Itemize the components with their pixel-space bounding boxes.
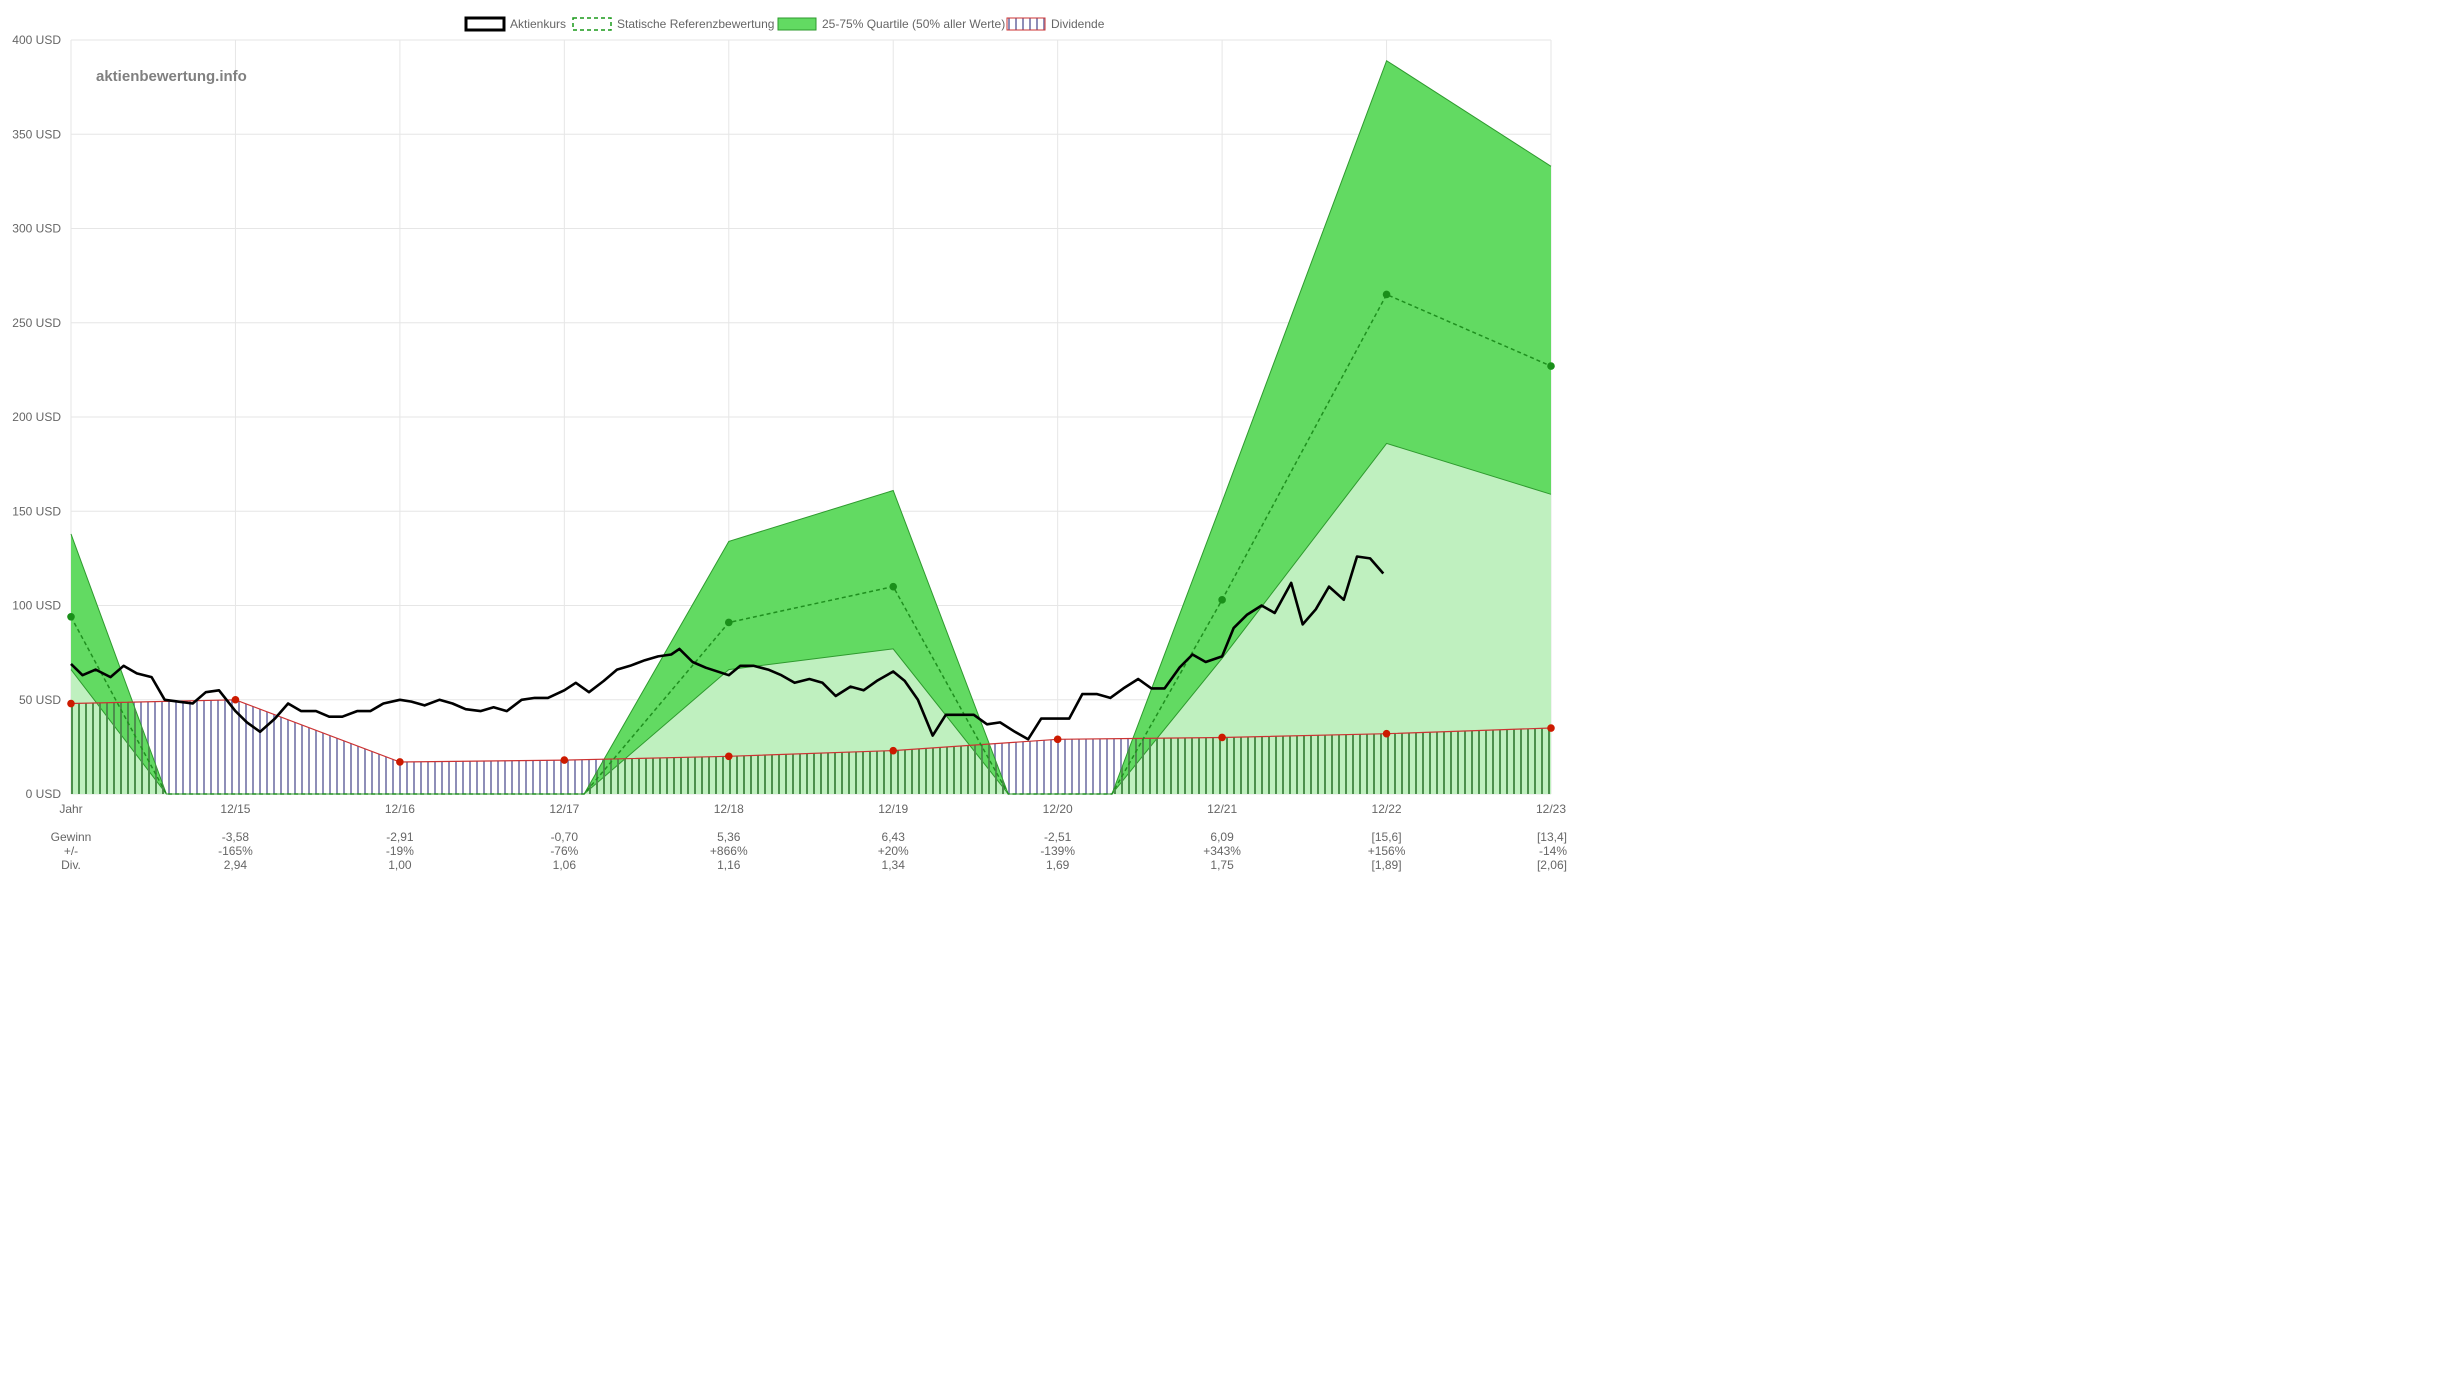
reference-point bbox=[889, 582, 898, 591]
dividend-point bbox=[1382, 729, 1391, 738]
x-tick-label: Jahr bbox=[59, 802, 82, 816]
dividend-point bbox=[1053, 735, 1062, 744]
quartile-bands bbox=[70, 59, 1552, 795]
table-cell-dividende: 1,16 bbox=[717, 858, 741, 872]
table-cell-change: +866% bbox=[710, 844, 748, 858]
dividend-point bbox=[889, 746, 898, 755]
legend-swatch-quartile bbox=[777, 17, 817, 31]
table-cell-change: -165% bbox=[218, 844, 253, 858]
y-tick-label: 200 USD bbox=[12, 410, 61, 424]
table-cell-gewinn: -3,58 bbox=[222, 830, 250, 844]
reference-point bbox=[67, 613, 75, 621]
table-cell-dividende: 1,00 bbox=[388, 858, 412, 872]
x-tick-label: 12/17 bbox=[549, 802, 579, 816]
table-cell-change: -19% bbox=[386, 844, 414, 858]
dividend-point bbox=[231, 695, 240, 704]
table-cell-dividende: 1,34 bbox=[882, 858, 906, 872]
legend-label: Dividende bbox=[1051, 17, 1105, 31]
table-cell-dividende: [1,89] bbox=[1372, 858, 1402, 872]
y-tick-label: 350 USD bbox=[12, 127, 61, 141]
x-tick-label: 12/20 bbox=[1043, 802, 1073, 816]
table-row-label: +/- bbox=[64, 844, 78, 858]
reference-point bbox=[1382, 290, 1391, 299]
legend-item: Dividende bbox=[1006, 17, 1105, 31]
table-cell-change: +156% bbox=[1368, 844, 1406, 858]
chart-canvas: 0 USD 50 USD 100 USD 150 USD 200 USD 250 USD 3… bbox=[12, 16, 1568, 872]
y-tick-label: 300 USD bbox=[12, 222, 61, 236]
y-tick-label: 50 USD bbox=[19, 693, 61, 707]
legend: Aktienkurs Statische Referenzbewertung 25-… bbox=[464, 16, 1105, 32]
table-row-label: Gewinn bbox=[51, 830, 92, 844]
x-tick-label: 12/18 bbox=[714, 802, 744, 816]
table-cell-gewinn: [13,4] bbox=[1537, 830, 1567, 844]
dividend-point bbox=[1547, 724, 1555, 732]
table-cell-gewinn: -2,51 bbox=[1044, 830, 1072, 844]
table-cell-dividende: 1,69 bbox=[1046, 858, 1070, 872]
table-row-label: Div. bbox=[61, 858, 81, 872]
legend-label: Aktienkurs bbox=[510, 17, 566, 31]
legend-swatch-dividend bbox=[1006, 17, 1046, 31]
legend-item: Aktienkurs bbox=[464, 16, 566, 32]
x-tick-label: 12/23 bbox=[1536, 802, 1566, 816]
reference-point bbox=[1547, 362, 1555, 370]
table-cell-change: +343% bbox=[1203, 844, 1241, 858]
watermark-text: aktienbewertung.info bbox=[96, 68, 247, 85]
table-cell-gewinn: 5,36 bbox=[717, 830, 741, 844]
data-table: Gewinn+/-Div. -3,58 -2,91 -0,70 5,36 6,43 -2,5… bbox=[51, 830, 1568, 872]
legend-label: Statische Referenzbewertung bbox=[617, 17, 774, 31]
y-tick-label: 100 USD bbox=[12, 599, 61, 613]
table-cell-change: -14% bbox=[1539, 844, 1567, 858]
dividend-point bbox=[396, 758, 404, 766]
x-tick-label: 12/22 bbox=[1372, 802, 1402, 816]
reference-point bbox=[1218, 596, 1226, 604]
dividend-point bbox=[67, 699, 75, 708]
table-cell-gewinn: -0,70 bbox=[551, 830, 579, 844]
legend-item: Statische Referenzbewertung bbox=[572, 17, 774, 31]
dividend-point bbox=[560, 756, 569, 764]
table-cell-gewinn: -2,91 bbox=[386, 830, 414, 844]
legend-label: 25-75% Quartile (50% aller Werte) bbox=[822, 17, 1005, 31]
table-cell-change: -139% bbox=[1040, 844, 1075, 858]
y-tick-label: 250 USD bbox=[12, 316, 61, 330]
table-cell-dividende: [2,06] bbox=[1537, 858, 1567, 872]
reference-point bbox=[724, 618, 733, 627]
dividend-point bbox=[724, 752, 733, 761]
table-cell-gewinn: 6,43 bbox=[882, 830, 906, 844]
legend-item: 25-75% Quartile (50% aller Werte) bbox=[777, 17, 1005, 31]
legend-swatch-reference bbox=[572, 17, 612, 31]
table-cell-change: +20% bbox=[878, 844, 909, 858]
table-cell-dividende: 2,94 bbox=[224, 858, 248, 872]
x-tick-label: 12/19 bbox=[878, 802, 908, 816]
x-tick-label: 12/15 bbox=[220, 802, 250, 816]
x-tick-label: 12/21 bbox=[1207, 802, 1237, 816]
table-cell-gewinn: 6,09 bbox=[1210, 830, 1234, 844]
valuation-chart: 0 USD 50 USD 100 USD 150 USD 200 USD 250 USD 3… bbox=[0, 0, 1570, 880]
table-cell-change: -76% bbox=[550, 844, 578, 858]
dividend-point bbox=[1218, 733, 1226, 742]
y-tick-label: 150 USD bbox=[12, 504, 61, 518]
y-tick-label: 0 USD bbox=[26, 787, 62, 801]
table-cell-dividende: 1,75 bbox=[1210, 858, 1234, 872]
table-cell-dividende: 1,06 bbox=[553, 858, 577, 872]
table-cell-gewinn: [15,6] bbox=[1372, 830, 1402, 844]
legend-swatch-price bbox=[464, 16, 506, 32]
x-tick-label: 12/16 bbox=[385, 802, 415, 816]
y-tick-label: 400 USD bbox=[12, 33, 61, 47]
